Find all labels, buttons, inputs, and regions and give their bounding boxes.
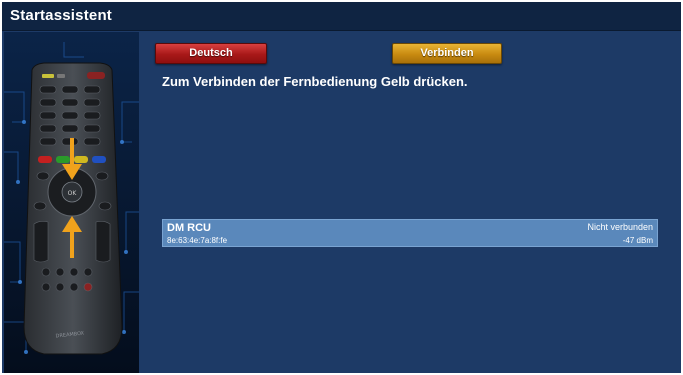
remote-illustration: OK DREAMBOX: [4, 32, 139, 373]
device-signal-strength: -47 dBm: [622, 236, 653, 245]
remote-control-image: OK DREAMBOX: [4, 32, 139, 373]
instruction-text: Zum Verbinden der Fernbedienung Gelb drü…: [162, 74, 468, 89]
wizard-screen: Startassistent OK DREAMBOX Deutsch Verbi…: [2, 2, 681, 373]
svg-text:OK: OK: [68, 190, 78, 197]
title-bar: Startassistent: [2, 2, 681, 31]
connect-button[interactable]: Verbinden: [392, 43, 502, 64]
device-name: DM RCU: [167, 222, 211, 234]
device-mac-address: 8e:63:4e:7a:8f:fe: [167, 236, 228, 245]
language-button[interactable]: Deutsch: [155, 43, 267, 64]
device-status: Nicht verbunden: [587, 222, 653, 232]
page-title: Startassistent: [10, 7, 113, 24]
device-list-item[interactable]: DM RCU Nicht verbunden 8e:63:4e:7a:8f:fe…: [162, 219, 658, 247]
